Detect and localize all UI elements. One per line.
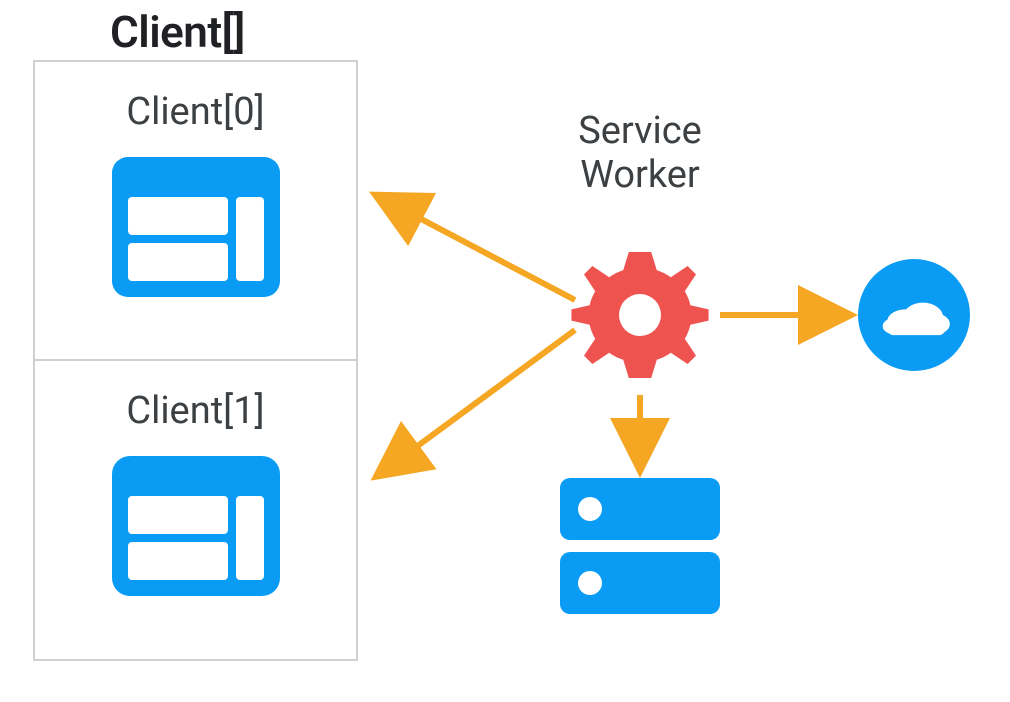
sw-label-line2: Worker: [580, 153, 700, 197]
clients-title: Client[]: [110, 6, 245, 58]
client-1-label: Client[1]: [35, 389, 356, 433]
service-worker-label: Service Worker: [515, 110, 765, 197]
server-icon: [560, 478, 720, 618]
arrow-sw-to-client1: [385, 330, 575, 470]
clients-container: Client[0]: [33, 60, 358, 661]
client-cell-1: Client[1]: [35, 361, 356, 660]
browser-window-icon-clean: [112, 157, 280, 297]
sw-label-line1: Service: [578, 109, 702, 153]
cloud-icon: [858, 259, 970, 371]
diagram-stage: Client[] Client[0]: [0, 0, 1010, 702]
gear-icon: [570, 245, 710, 385]
arrow-sw-to-client0: [385, 200, 575, 300]
browser-window-icon: [112, 456, 280, 596]
client-cell-0: Client[0]: [35, 62, 356, 361]
client-0-label: Client[0]: [35, 90, 356, 134]
